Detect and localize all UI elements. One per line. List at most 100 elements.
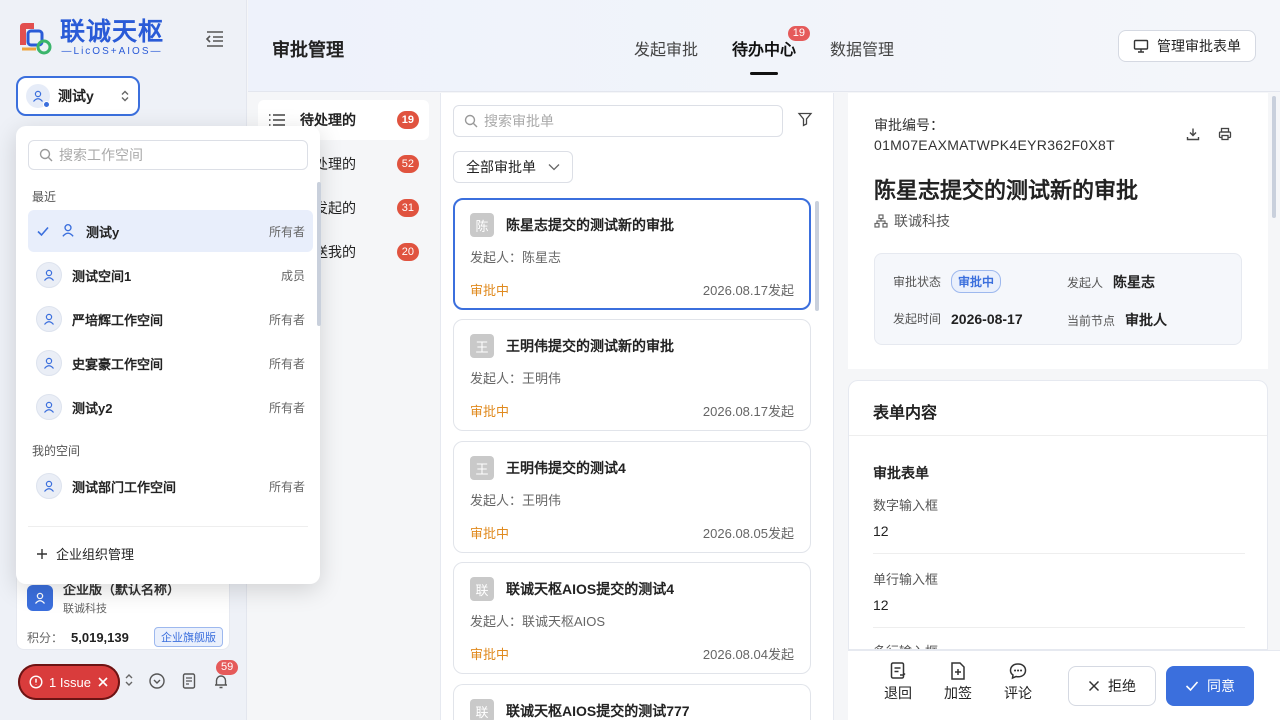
approval-date: 2026.08.17发起 bbox=[702, 404, 794, 419]
check-icon bbox=[1185, 681, 1199, 692]
workspace-item-name: 史宴豪工作空间 bbox=[72, 356, 164, 372]
close-icon bbox=[1088, 680, 1100, 692]
tab-start-approval[interactable]: 发起审批 bbox=[634, 36, 698, 60]
divider bbox=[28, 526, 308, 527]
approval-info-box: 审批状态 审批中 发起人 陈星志 发起时间 2026-08-17 当前节点 审批… bbox=[874, 253, 1242, 345]
initiator-value: 陈星志 bbox=[1113, 274, 1156, 290]
detail-scrollbar[interactable] bbox=[1272, 96, 1276, 218]
divider bbox=[873, 627, 1245, 628]
todo-badge: 19 bbox=[787, 26, 811, 41]
workspace-item-role: 所有者 bbox=[268, 356, 305, 371]
approval-card[interactable]: 王王明伟提交的测试新的审批 发起人：王明伟 审批中 2026.08.17发起 bbox=[453, 319, 811, 431]
form-content-title: 表单内容 bbox=[873, 405, 938, 422]
manage-forms-label: 管理审批表单 bbox=[1157, 38, 1241, 54]
approval-card[interactable]: 王王明伟提交的测试4 发起人：王明伟 审批中 2026.08.05发起 bbox=[453, 441, 811, 553]
return-icon bbox=[890, 662, 906, 679]
tab-todo-center[interactable]: 待办中心 19 bbox=[732, 26, 811, 75]
workspace-avatar-icon bbox=[36, 350, 62, 376]
workspace-item-name: 测试空间1 bbox=[72, 268, 132, 284]
notification-badge: 59 bbox=[216, 660, 239, 675]
field-label: 多行输入框 bbox=[873, 641, 938, 649]
workspace-item[interactable]: 测试y2 所有者 bbox=[28, 386, 313, 428]
approval-title: 联诚天枢AIOS提交的测试777 bbox=[506, 703, 690, 719]
status-label: 审批状态 bbox=[893, 275, 942, 289]
workspace-search-placeholder: 搜索工作空间 bbox=[59, 147, 143, 163]
comment-label: 评论 bbox=[1004, 685, 1032, 701]
action-bar: 退回 加签 评论 拒绝 同意 bbox=[848, 650, 1280, 720]
org-tree-icon bbox=[874, 214, 888, 228]
approval-search-placeholder: 搜索审批单 bbox=[484, 113, 554, 129]
chevron-down-icon bbox=[548, 164, 560, 171]
workspace-selector[interactable]: 测试y bbox=[16, 76, 140, 116]
close-icon[interactable] bbox=[97, 676, 109, 688]
workspace-item[interactable]: 测试y 所有者 bbox=[28, 210, 313, 252]
approval-initiator: 发起人：联诚天枢AIOS bbox=[470, 614, 606, 629]
issue-label: 1 Issue bbox=[49, 674, 91, 690]
workspace-item-name: 测试y2 bbox=[72, 400, 113, 416]
list-scrollbar[interactable] bbox=[815, 201, 819, 311]
reject-label: 拒绝 bbox=[1108, 678, 1136, 694]
node-label: 当前节点 bbox=[1067, 313, 1116, 328]
initiator-avatar: 联 bbox=[470, 577, 494, 601]
initiator-label: 发起人 bbox=[1067, 275, 1104, 290]
approval-status: 审批中 bbox=[470, 526, 510, 541]
divider bbox=[873, 553, 1245, 554]
approval-card[interactable]: 联联诚天枢AIOS提交的测试4 发起人：联诚天枢AIOS 审批中 2026.08.… bbox=[453, 562, 811, 674]
workspace-user-icon bbox=[60, 222, 76, 241]
workspace-item-name: 测试y bbox=[86, 224, 120, 240]
approval-search-input[interactable]: 搜索审批单 bbox=[453, 105, 783, 137]
field-value: 12 bbox=[873, 523, 889, 539]
approval-detail-title: 陈星志提交的测试新的审批 bbox=[874, 178, 1139, 203]
org-management-button[interactable]: 企业组织管理 bbox=[36, 544, 134, 563]
logo: 联诚天枢 —LicOS+AIOS— bbox=[14, 18, 164, 57]
filter-count-badge: 20 bbox=[396, 243, 419, 261]
monitor-icon bbox=[1133, 39, 1149, 53]
add-sign-button[interactable]: 加签 bbox=[944, 661, 972, 703]
logo-mark-icon bbox=[14, 19, 54, 57]
points-value: 5,019,139 bbox=[71, 629, 129, 645]
approval-detail-header: 审批编号： 01M07EAXMATWPK4EYR362F0X8T 陈星志提交的测… bbox=[848, 93, 1268, 369]
agree-button[interactable]: 同意 bbox=[1166, 666, 1254, 706]
workspace-item[interactable]: 测试部门工作空间 所有者 bbox=[28, 465, 313, 507]
return-label: 退回 bbox=[884, 685, 912, 701]
dropdown-scrollbar[interactable] bbox=[317, 182, 321, 326]
filter-icon[interactable] bbox=[797, 111, 815, 129]
agree-label: 同意 bbox=[1207, 678, 1235, 694]
approval-type-select[interactable]: 全部审批单 bbox=[453, 151, 573, 183]
comment-button[interactable]: 评论 bbox=[1004, 661, 1032, 703]
approval-id-label: 审批编号： bbox=[874, 117, 944, 133]
org-company: 联诚科技 bbox=[63, 603, 107, 615]
document-icon[interactable] bbox=[180, 672, 198, 690]
approval-org-name: 联诚科技 bbox=[894, 213, 950, 229]
org-management-label: 企业组织管理 bbox=[56, 547, 135, 562]
issue-button[interactable]: 1 Issue bbox=[18, 664, 120, 700]
download-icon[interactable] bbox=[1186, 127, 1200, 144]
workspace-item-role: 所有者 bbox=[268, 479, 305, 494]
approval-status: 审批中 bbox=[470, 283, 510, 298]
collapse-sidebar-icon[interactable] bbox=[205, 30, 225, 48]
manage-forms-button[interactable]: 管理审批表单 bbox=[1118, 30, 1256, 62]
divider bbox=[849, 435, 1267, 436]
plus-icon bbox=[37, 548, 47, 559]
field-label: 单行输入框 bbox=[873, 572, 939, 587]
workspace-item[interactable]: 史宴豪工作空间 所有者 bbox=[28, 342, 313, 384]
workspace-item-role: 所有者 bbox=[268, 312, 305, 327]
filter-count-badge: 19 bbox=[396, 111, 419, 129]
org-avatar-icon bbox=[27, 584, 53, 611]
return-button[interactable]: 退回 bbox=[884, 661, 912, 703]
workspace-item[interactable]: 严培辉工作空间 所有者 bbox=[28, 298, 313, 340]
tab-data-management[interactable]: 数据管理 bbox=[830, 36, 894, 60]
workspace-avatar-icon bbox=[36, 473, 62, 499]
approval-card[interactable]: 联联诚天枢AIOS提交的测试777 bbox=[453, 684, 811, 720]
expand-collapse-icon[interactable] bbox=[124, 672, 134, 690]
chevron-circle-icon[interactable] bbox=[148, 672, 166, 690]
page-title: 审批管理 bbox=[272, 40, 344, 60]
approval-title: 联诚天枢AIOS提交的测试4 bbox=[506, 581, 675, 597]
workspace-search-input[interactable]: 搜索工作空间 bbox=[28, 140, 308, 170]
approval-card[interactable]: 陈陈星志提交的测试新的审批 发起人：陈星志 审批中 2026.08.17发起 bbox=[453, 198, 811, 310]
approval-title: 王明伟提交的测试4 bbox=[506, 460, 626, 476]
reject-button[interactable]: 拒绝 bbox=[1068, 666, 1156, 706]
print-icon[interactable] bbox=[1218, 127, 1232, 144]
workspace-item[interactable]: 测试空间1 成员 bbox=[28, 254, 313, 296]
workspace-item-name: 严培辉工作空间 bbox=[72, 312, 164, 328]
